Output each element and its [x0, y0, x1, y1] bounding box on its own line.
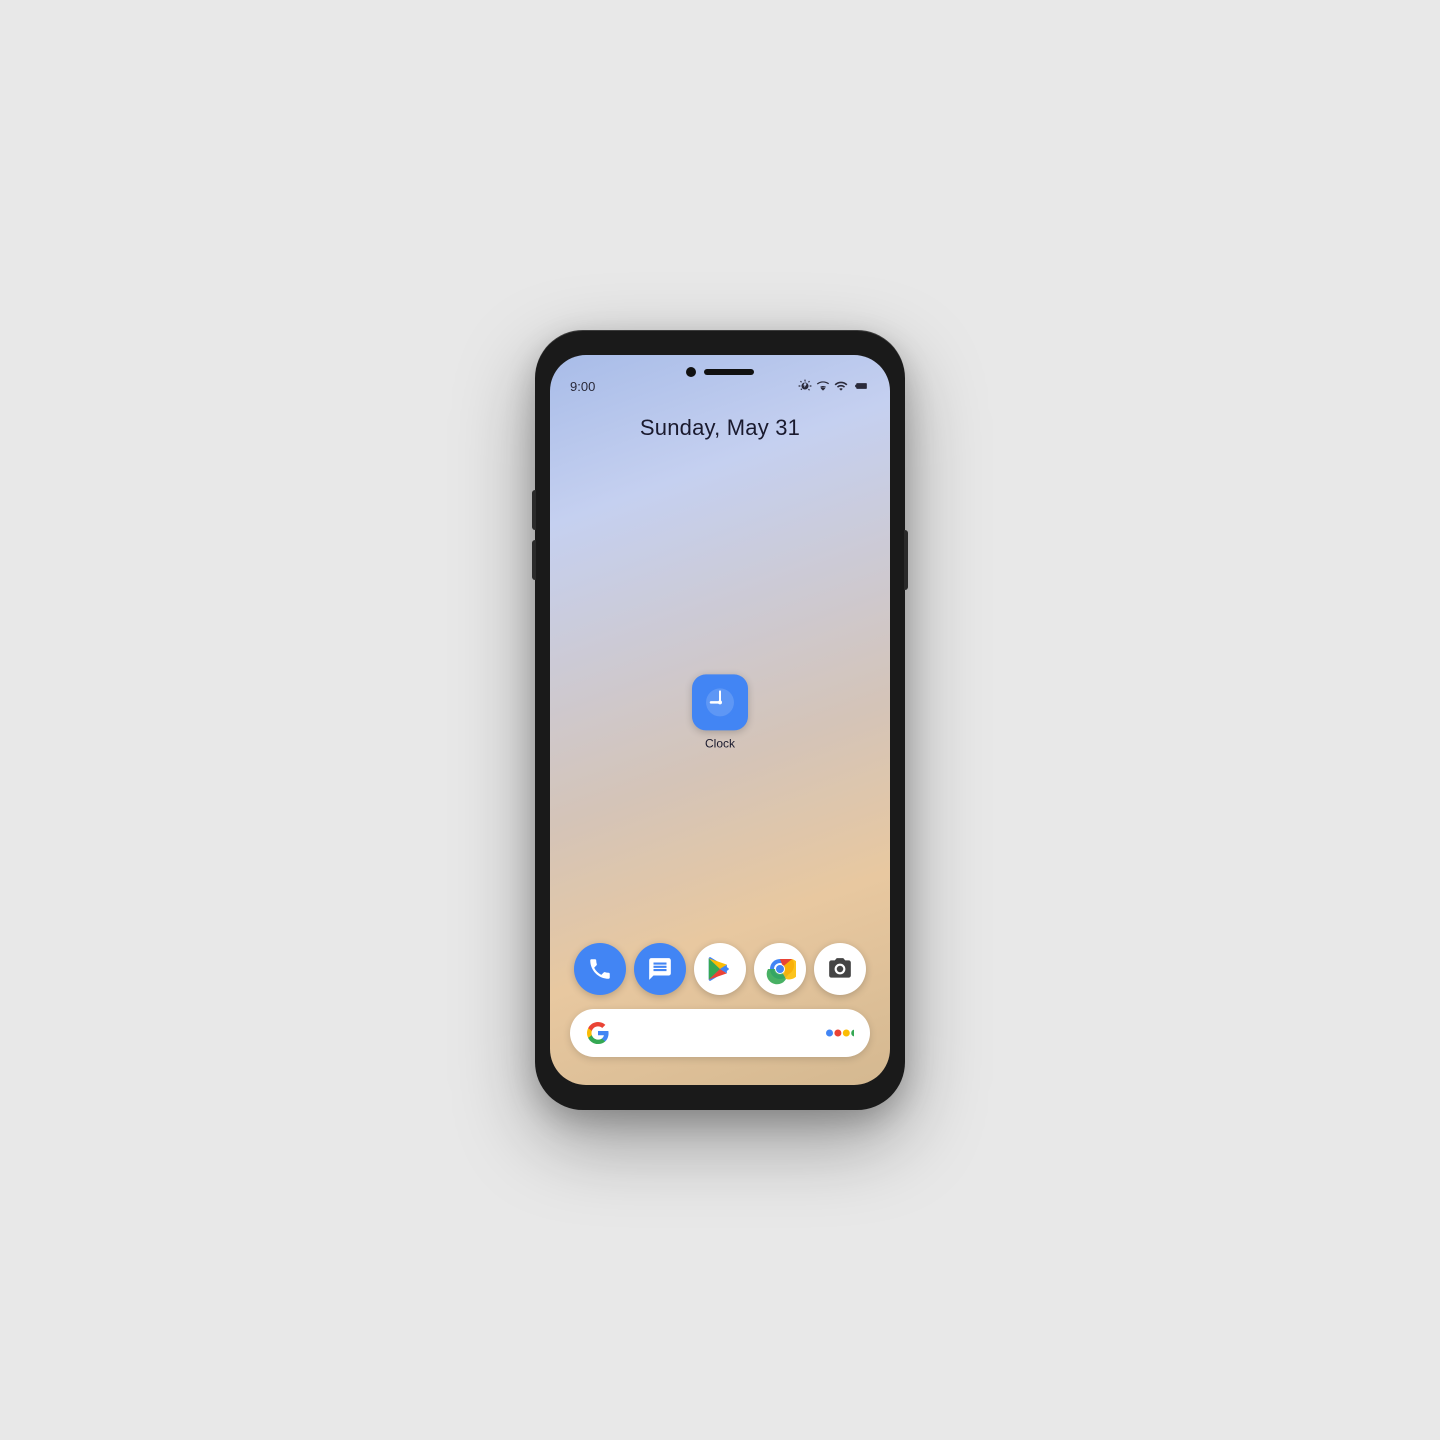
- status-icons: [798, 379, 870, 393]
- power-button[interactable]: [904, 530, 908, 590]
- messages-icon: [647, 956, 673, 982]
- playstore-icon: [705, 954, 735, 984]
- phone-device: 9:00: [535, 330, 905, 1110]
- dock-camera-app[interactable]: [814, 943, 866, 995]
- volume-down-button[interactable]: [532, 540, 536, 580]
- phone-screen: 9:00: [550, 355, 890, 1085]
- google-g-logo: [586, 1021, 610, 1045]
- chrome-icon: [764, 953, 796, 985]
- wifi-icon: [816, 379, 830, 393]
- battery-icon: [852, 379, 870, 393]
- app-dock: [570, 943, 870, 995]
- clock-app-icon[interactable]: Clock: [692, 674, 748, 750]
- clock-icon-bg: [692, 674, 748, 730]
- alarm-icon: [798, 379, 812, 393]
- camera-icon: [827, 956, 853, 982]
- signal-icon: [834, 379, 848, 393]
- dock-phone-app[interactable]: [574, 943, 626, 995]
- phone-icon: [587, 956, 613, 982]
- google-assistant-icon: [826, 1023, 854, 1043]
- status-time: 9:00: [570, 379, 595, 394]
- clock-face-svg: [702, 684, 738, 720]
- dock-messages-app[interactable]: [634, 943, 686, 995]
- dock-chrome-app[interactable]: [754, 943, 806, 995]
- volume-up-button[interactable]: [532, 490, 536, 530]
- clock-app-label: Clock: [705, 736, 735, 750]
- google-search-bar[interactable]: [570, 1009, 870, 1057]
- status-bar: 9:00: [550, 355, 890, 405]
- dock-playstore-app[interactable]: [694, 943, 746, 995]
- date-display: Sunday, May 31: [550, 415, 890, 441]
